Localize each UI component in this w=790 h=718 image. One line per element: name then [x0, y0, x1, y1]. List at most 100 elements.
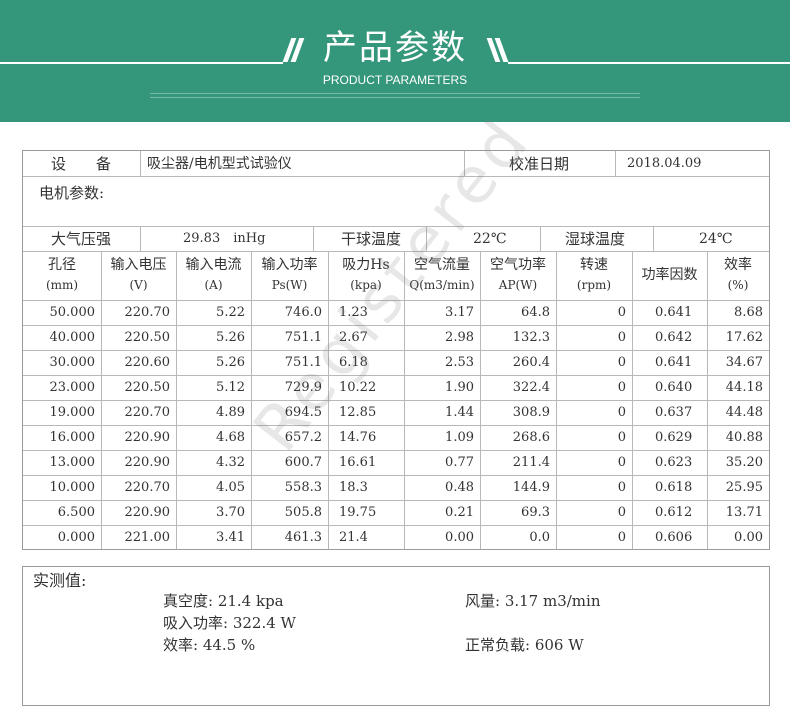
cell-current: 4.68 — [216, 430, 245, 445]
cell-speed: 0 — [617, 405, 626, 420]
cell-voltage: 220.50 — [124, 330, 171, 345]
cell-power-factor: 0.623 — [655, 455, 693, 470]
cell-airflow: 0.00 — [445, 530, 474, 545]
cell-current: 4.89 — [216, 405, 245, 420]
pressure-value: 29.83 inHg — [183, 231, 266, 246]
cell-aperture: 40.000 — [49, 330, 96, 345]
cell-efficiency: 44.18 — [725, 380, 763, 395]
cell-voltage: 220.70 — [124, 405, 171, 420]
cell-speed: 0 — [617, 355, 626, 370]
cell-efficiency: 35.20 — [725, 455, 763, 470]
cell-input-power: 746.0 — [284, 305, 322, 320]
cell-current: 5.22 — [216, 305, 245, 320]
col-header-aperture: 孔径 (mm) — [45, 257, 79, 292]
device-label: 设 备 — [51, 155, 112, 173]
col-header-suction: 吸力Hs (kpa) — [342, 257, 390, 292]
cell-power-factor: 0.629 — [655, 430, 693, 445]
cell-aperture: 6.500 — [57, 505, 95, 520]
cell-aperture: 30.000 — [49, 355, 96, 370]
efficiency-value: 效率: 44.5 % — [163, 636, 256, 654]
cell-voltage: 220.70 — [124, 480, 171, 495]
cell-airflow: 3.17 — [445, 305, 474, 320]
cell-input-power: 729.9 — [284, 380, 322, 395]
device-value: 吸尘器/电机型式试验仪 — [147, 156, 292, 172]
cell-speed: 0 — [617, 480, 626, 495]
cell-airflow: 1.90 — [445, 380, 474, 395]
cell-current: 3.70 — [216, 505, 245, 520]
cell-efficiency: 34.67 — [725, 355, 763, 370]
cell-airflow: 0.48 — [445, 480, 474, 495]
banner-subtitle: PRODUCT PARAMETERS — [322, 73, 468, 87]
cell-aperture: 13.000 — [49, 455, 96, 470]
cell-air-power: 144.9 — [512, 480, 550, 495]
cell-suction: 19.75 — [339, 505, 377, 520]
cell-power-factor: 0.606 — [655, 530, 693, 545]
cell-input-power: 505.8 — [284, 505, 322, 520]
cell-airflow: 0.77 — [445, 455, 474, 470]
cell-airflow: 0.21 — [445, 505, 474, 520]
normal-load-value: 正常负载: 606 W — [465, 636, 584, 654]
cell-power-factor: 0.642 — [655, 330, 693, 345]
cell-speed: 0 — [617, 530, 626, 545]
cell-efficiency: 0.00 — [734, 530, 763, 545]
cell-efficiency: 13.71 — [725, 505, 763, 520]
col-header-air-power: 空气功率 AP(W) — [490, 257, 546, 292]
cell-air-power: 0.0 — [529, 530, 550, 545]
cell-voltage: 220.60 — [124, 355, 171, 370]
cell-voltage: 220.50 — [124, 380, 171, 395]
cell-suction: 21.4 — [339, 530, 368, 545]
cell-voltage: 220.90 — [124, 505, 171, 520]
cell-airflow: 1.09 — [445, 430, 474, 445]
cell-input-power: 558.3 — [284, 480, 322, 495]
col-header-current: 输入电流 (A) — [185, 257, 242, 292]
cell-voltage: 220.70 — [124, 305, 171, 320]
cell-input-power: 600.7 — [284, 455, 322, 470]
airflow-value: 风量: 3.17 m3/min — [465, 592, 601, 610]
cell-aperture: 16.000 — [49, 430, 96, 445]
slash-decoration-icon — [282, 38, 305, 62]
banner-rule-left — [0, 62, 283, 64]
cell-air-power: 308.9 — [512, 405, 550, 420]
cell-suction: 1.23 — [339, 305, 368, 320]
banner-fine-lines — [150, 90, 640, 102]
cell-airflow: 2.98 — [445, 330, 474, 345]
input-power-value: 吸入功率: 322.4 W — [163, 614, 296, 632]
cell-efficiency: 17.62 — [725, 330, 763, 345]
wet-bulb-value: 24℃ — [699, 231, 733, 247]
cell-suction: 6.18 — [339, 355, 368, 370]
cell-voltage: 220.90 — [124, 430, 171, 445]
cell-air-power: 132.3 — [512, 330, 550, 345]
cell-power-factor: 0.641 — [655, 355, 693, 370]
cell-input-power: 694.5 — [284, 405, 322, 420]
measured-title: 实测值: — [33, 571, 87, 590]
cell-aperture: 0.000 — [57, 530, 95, 545]
cell-suction: 2.67 — [339, 330, 368, 345]
dry-bulb-value: 22℃ — [473, 231, 507, 247]
cell-air-power: 69.3 — [521, 505, 550, 520]
cell-air-power: 211.4 — [512, 455, 550, 470]
cell-suction: 10.22 — [339, 380, 377, 395]
cell-speed: 0 — [617, 430, 626, 445]
cell-aperture: 19.000 — [49, 405, 96, 420]
col-header-airflow: 空气流量 Q(m3/min) — [409, 257, 475, 292]
cell-aperture: 23.000 — [49, 380, 96, 395]
cell-power-factor: 0.641 — [655, 305, 693, 320]
cell-airflow: 2.53 — [445, 355, 474, 370]
cell-air-power: 64.8 — [521, 305, 550, 320]
cell-efficiency: 8.68 — [734, 305, 763, 320]
cell-efficiency: 25.95 — [725, 480, 763, 495]
cell-input-power: 751.1 — [284, 330, 322, 345]
banner-rule-right — [508, 62, 790, 64]
cell-current: 3.41 — [216, 530, 245, 545]
col-header-speed: 转速 (rpm) — [576, 257, 612, 292]
cell-current: 4.05 — [216, 480, 245, 495]
col-header-voltage: 输入电压 (V) — [110, 257, 167, 292]
cell-suction: 14.76 — [339, 430, 377, 445]
cell-input-power: 657.2 — [284, 430, 322, 445]
cell-power-factor: 0.618 — [655, 480, 693, 495]
cell-air-power: 260.4 — [512, 355, 550, 370]
vacuum-value: 真空度: 21.4 kpa — [163, 592, 284, 610]
cell-suction: 18.3 — [339, 480, 368, 495]
cell-speed: 0 — [617, 455, 626, 470]
cell-air-power: 322.4 — [512, 380, 550, 395]
